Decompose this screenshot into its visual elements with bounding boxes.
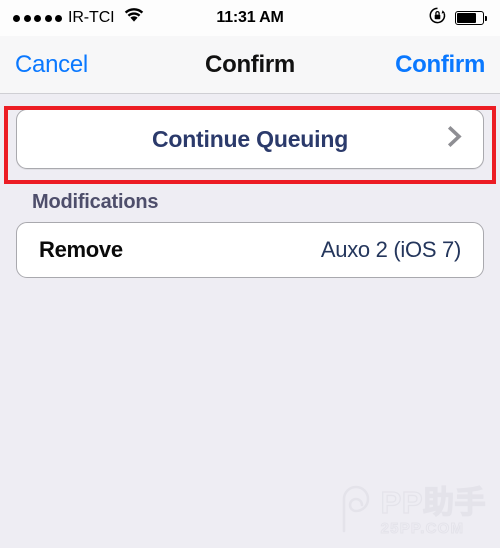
table-row[interactable]: Remove Auxo 2 (iOS 7): [16, 222, 484, 278]
status-bar-right: [429, 7, 487, 29]
navigation-bar: Cancel Confirm Confirm: [0, 36, 500, 94]
watermark-main-label: PP助手: [380, 485, 486, 520]
continue-queuing-button[interactable]: Continue Queuing: [16, 109, 484, 169]
confirm-button[interactable]: Confirm: [395, 51, 485, 79]
signal-strength-icon: [13, 14, 62, 22]
watermark-text: PP助手 25PP.COM: [380, 485, 486, 537]
carrier-label: IR-TCI: [68, 9, 115, 26]
status-bar: IR-TCI 11:31 AM: [0, 0, 500, 36]
watermark: PP助手 25PP.COM: [330, 485, 486, 538]
cancel-button[interactable]: Cancel: [15, 51, 88, 79]
continue-queuing-label: Continue Queuing: [151, 125, 349, 152]
watermark-sub-label: 25PP.COM: [380, 520, 465, 537]
main-content: Continue Queuing Modifications Remove Au…: [0, 109, 500, 278]
rotation-lock-icon: [429, 7, 446, 29]
battery-icon: [455, 11, 487, 25]
modification-action-label: Remove: [39, 237, 123, 262]
modifications-section-header: Modifications: [32, 191, 159, 213]
chevron-right-icon: [447, 125, 463, 154]
modification-package-label: Auxo 2 (iOS 7): [320, 237, 461, 262]
wifi-icon: [124, 8, 144, 28]
pp-logo-icon: [330, 485, 374, 538]
status-bar-left: IR-TCI: [13, 8, 144, 28]
